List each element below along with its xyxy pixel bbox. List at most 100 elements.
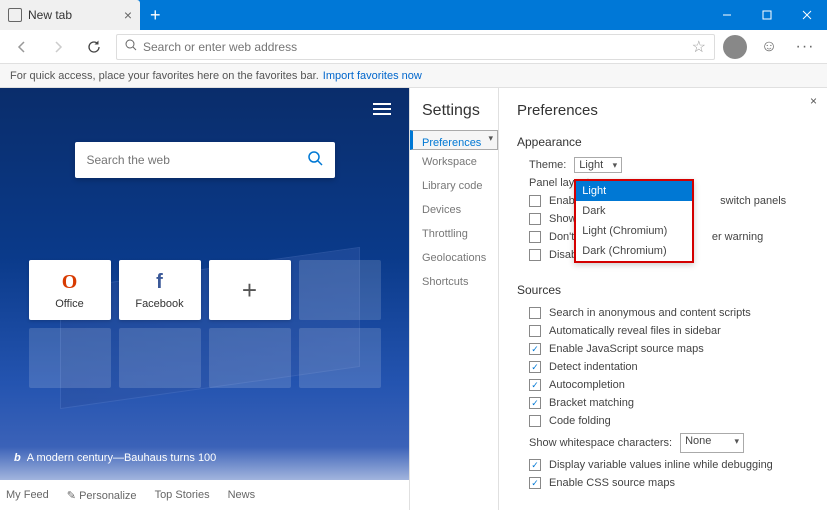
- facebook-icon: f: [156, 271, 163, 294]
- settings-nav: Preferences Workspace Library code Devic…: [410, 130, 498, 294]
- tile-label: Facebook: [135, 298, 183, 310]
- feed-personalize[interactable]: Personalize: [67, 489, 137, 502]
- nav-library-code[interactable]: Library code: [410, 174, 498, 198]
- feed-bar: My Feed Personalize Top Stories News: [0, 480, 409, 510]
- favorite-icon[interactable]: ☆: [692, 37, 706, 57]
- web-search-input[interactable]: [87, 153, 307, 167]
- nav-workspace[interactable]: Workspace: [410, 150, 498, 174]
- plus-icon: +: [242, 275, 257, 306]
- menu-icon[interactable]: [373, 102, 391, 121]
- settings-sidebar: Settings Preferences Workspace Library c…: [409, 88, 499, 510]
- page-icon: [8, 8, 22, 22]
- nav-preferences[interactable]: Preferences: [410, 130, 498, 150]
- whitespace-row: Show whitespace characters: None: [517, 433, 809, 453]
- tile-office[interactable]: OOffice: [29, 260, 111, 320]
- sources-checkbox-row: Code folding: [517, 415, 809, 427]
- search-submit-icon[interactable]: [307, 150, 323, 171]
- checkbox-label: Enable CSS source maps: [549, 477, 675, 489]
- checkbox-label: Show: [549, 213, 577, 225]
- tile-grid: OOffice f Facebook +: [29, 260, 381, 388]
- nav-geolocations[interactable]: Geolocations: [410, 246, 498, 270]
- whitespace-label: Show whitespace characters:: [529, 437, 672, 449]
- preferences-panel: × Preferences Appearance Theme: Light Li…: [499, 88, 827, 510]
- theme-label: Theme:: [529, 159, 566, 171]
- titlebar: New tab × +: [0, 0, 827, 30]
- checkbox[interactable]: [529, 231, 541, 243]
- checkbox[interactable]: [529, 379, 541, 391]
- bing-icon: b: [14, 452, 21, 464]
- appearance-heading: Appearance: [517, 135, 809, 149]
- new-tab-button[interactable]: +: [140, 0, 171, 30]
- feed-top-stories[interactable]: Top Stories: [155, 489, 210, 501]
- whitespace-select[interactable]: None: [680, 433, 744, 453]
- image-caption: b A modern century—Bauhaus turns 100: [14, 452, 216, 464]
- favorites-bar: For quick access, place your favorites h…: [0, 64, 827, 88]
- more-icon[interactable]: ···: [791, 33, 819, 61]
- tile-empty[interactable]: [119, 328, 201, 388]
- forward-button[interactable]: [44, 33, 72, 61]
- feedback-icon[interactable]: ☺: [755, 33, 783, 61]
- theme-option-light[interactable]: Light: [576, 181, 692, 201]
- checkbox[interactable]: [529, 361, 541, 373]
- checkbox[interactable]: [529, 459, 541, 471]
- search-icon: [125, 38, 137, 56]
- import-favorites-link[interactable]: Import favorites now: [323, 70, 422, 82]
- close-tab-icon[interactable]: ×: [124, 7, 132, 23]
- feed-myfeed[interactable]: My Feed: [6, 489, 49, 501]
- tile-facebook[interactable]: f Facebook: [119, 260, 201, 320]
- sources-checkbox-row: Enable CSS source maps: [517, 477, 809, 489]
- checkbox-label: Autocompletion: [549, 379, 625, 391]
- checkbox[interactable]: [529, 195, 541, 207]
- theme-option-light-chromium[interactable]: Light (Chromium): [576, 221, 692, 241]
- checkbox[interactable]: [529, 325, 541, 337]
- sources-checkbox-row: Autocompletion: [517, 379, 809, 391]
- web-search-box[interactable]: [75, 142, 335, 178]
- new-tab-page: OOffice f Facebook + b A modern century—B…: [0, 88, 409, 510]
- nav-devices[interactable]: Devices: [410, 198, 498, 222]
- tile-add[interactable]: +: [209, 260, 291, 320]
- checkbox-label: Detect indentation: [549, 361, 638, 373]
- checkbox[interactable]: [529, 307, 541, 319]
- theme-option-dark[interactable]: Dark: [576, 201, 692, 221]
- checkbox[interactable]: [529, 477, 541, 489]
- browser-tab[interactable]: New tab ×: [0, 0, 140, 30]
- sources-checkbox-row: Enable JavaScript source maps: [517, 343, 809, 355]
- checkbox-label: Search in anonymous and content scripts: [549, 307, 751, 319]
- theme-option-dark-chromium[interactable]: Dark (Chromium): [576, 241, 692, 261]
- toolbar: ☆ ☺ ···: [0, 30, 827, 64]
- profile-avatar[interactable]: [723, 35, 747, 59]
- theme-select[interactable]: Light: [574, 157, 622, 173]
- nav-shortcuts[interactable]: Shortcuts: [410, 270, 498, 294]
- checkbox-label: Enable JavaScript source maps: [549, 343, 704, 355]
- tile-empty[interactable]: [299, 328, 381, 388]
- checkbox[interactable]: [529, 343, 541, 355]
- checkbox-label: Code folding: [549, 415, 611, 427]
- checkbox[interactable]: [529, 249, 541, 261]
- checkbox[interactable]: [529, 397, 541, 409]
- back-button[interactable]: [8, 33, 36, 61]
- sources-heading: Sources: [517, 283, 809, 297]
- preferences-title: Preferences: [517, 102, 809, 119]
- maximize-button[interactable]: [747, 0, 787, 30]
- address-bar[interactable]: ☆: [116, 34, 715, 60]
- close-window-button[interactable]: [787, 0, 827, 30]
- theme-dropdown: Light Dark Light (Chromium) Dark (Chromi…: [574, 179, 694, 263]
- checkbox-label: Bracket matching: [549, 397, 634, 409]
- tile-empty[interactable]: [29, 328, 111, 388]
- tile-empty[interactable]: [209, 328, 291, 388]
- feed-news[interactable]: News: [228, 489, 256, 501]
- tile-empty[interactable]: [299, 260, 381, 320]
- address-input[interactable]: [143, 40, 686, 54]
- office-icon: O: [62, 271, 78, 294]
- settings-title: Settings: [410, 102, 498, 130]
- sources-checkbox-row: Automatically reveal files in sidebar: [517, 325, 809, 337]
- theme-row: Theme: Light Light Dark Light (Chromium)…: [517, 159, 809, 171]
- close-panel-icon[interactable]: ×: [810, 94, 817, 108]
- minimize-button[interactable]: [707, 0, 747, 30]
- checkbox[interactable]: [529, 415, 541, 427]
- nav-throttling[interactable]: Throttling: [410, 222, 498, 246]
- refresh-button[interactable]: [80, 33, 108, 61]
- window-controls: [707, 0, 827, 30]
- sources-checkbox-row: Search in anonymous and content scripts: [517, 307, 809, 319]
- checkbox[interactable]: [529, 213, 541, 225]
